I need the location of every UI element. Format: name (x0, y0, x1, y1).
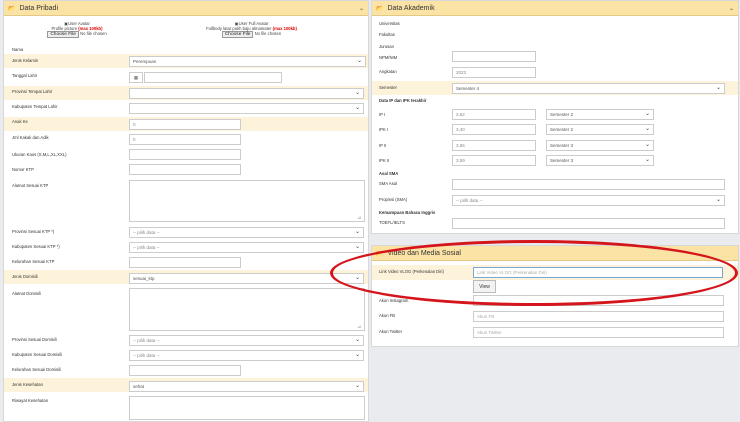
ip-1-semester-select[interactable]: Semester 2 (546, 109, 654, 120)
kabupaten-lahir-select[interactable] (129, 103, 364, 114)
ip-1-input[interactable]: 3,62 (452, 109, 536, 120)
asal-sma-title: Asal SMA (379, 171, 399, 176)
jenis-kelamin-select[interactable]: Perempuan (129, 56, 366, 67)
ipk-2-input[interactable]: 3,59 (452, 155, 536, 166)
label-alamat-domisili: Alamat Domisili (12, 291, 41, 296)
kelurahan-ktp-input[interactable] (129, 257, 241, 268)
label-toefl: TOEFL/IELTS (379, 220, 405, 225)
toefl-input[interactable] (452, 218, 725, 229)
ipk-1-semester-select[interactable]: Semester 2 (546, 124, 654, 135)
label-angkatan: Angkatan (379, 69, 397, 74)
data-pribadi-header[interactable]: 📂 Data Pribadi ⌄ (4, 1, 368, 16)
label-kelurahan-domisili: Kelurahan Sesuai Domisili (12, 367, 61, 372)
label-provinsi-domisili: Provinsi Sesuai Domisili (12, 337, 57, 342)
label-provinsi-sma: Propinsi (SMA) (379, 197, 408, 202)
twitter-placeholder: Akun Twitter (477, 330, 502, 335)
ukuran-kaos-input[interactable] (129, 149, 241, 160)
data-pribadi-panel: 📂 Data Pribadi ⌄ ▣User Avatar Profile pi… (3, 0, 369, 422)
kabupaten-ktp-select[interactable]: -- pilih data -- (129, 242, 364, 253)
ip-2-semester-select[interactable]: Semester 3 (546, 140, 654, 151)
kelurahan-domisili-input[interactable] (129, 365, 241, 376)
alamat-ktp-textarea[interactable]: ⊿ (129, 180, 365, 222)
ip-2-input[interactable]: 3,65 (452, 140, 536, 151)
provinsi-sma-select[interactable]: -- pilih data -- (452, 195, 725, 206)
avatar-upload: ▣User Avatar Profile picture (max 100kb)… (22, 21, 132, 38)
angkatan-input[interactable]: 2023 (452, 67, 536, 78)
npm-input[interactable] (452, 51, 536, 62)
semester-select[interactable]: Semester 4 (452, 83, 725, 94)
highlight-annotation (330, 240, 738, 306)
data-akademik-panel: 📂 Data Akademik ⌄ Universitas Fakultas J… (371, 0, 739, 234)
ipk-2-semester-select[interactable]: Semester 3 (546, 155, 654, 166)
label-ip-1: IP I (379, 112, 386, 117)
label-universitas: Universitas (379, 21, 400, 26)
provinsi-ktp-select[interactable]: -- pilih data -- (129, 227, 364, 238)
label-jenis-kelamin: Jenis Kelamin (12, 58, 39, 63)
calendar-addon[interactable]: ▦ (129, 72, 143, 83)
nomor-ktp-input[interactable] (129, 164, 241, 175)
label-nomor-ktp: Nomor KTP (12, 167, 34, 172)
sma-asal-input[interactable] (452, 179, 725, 190)
label-provinsi-ktp: Provinsi Sesuai KTP *) (12, 229, 55, 234)
label-kabupaten-lahir: Kabupaten Tempat Lahir (12, 104, 58, 109)
label-ipk-2: IPK II (379, 158, 390, 163)
label-ukuran-kaos: Ukuran Kaos (S,M,L,XL,XXL) (12, 152, 67, 157)
fb-input[interactable]: Akun FB (473, 311, 724, 322)
label-ipk-1: IPK I (379, 127, 389, 132)
jml-kakak-input[interactable]: 0 (129, 134, 241, 145)
label-semester: Semester (379, 85, 397, 90)
label-jurusan: Jurusan (379, 44, 394, 49)
label-kabupaten-ktp: Kabupaten Sesuai KTP *) (12, 244, 60, 249)
label-kelurahan-ktp: Kelurahan Sesuai KTP (12, 259, 55, 264)
label-twitter: Akun Twitter (379, 329, 402, 334)
label-kabupaten-domisili: Kabupaten Sesuai Domisili (12, 352, 63, 357)
riwayat-kesehatan-textarea[interactable] (129, 396, 365, 420)
chevron-down-icon[interactable]: ⌄ (729, 5, 734, 12)
panel-title: Data Pribadi (19, 4, 59, 12)
label-jenis-domisili: Jenis Domisili (12, 274, 38, 279)
label-fakultas: Fakultas (379, 32, 395, 37)
label-instagram: Akun Instagram (379, 298, 409, 303)
label-riwayat-kesehatan: Riwayat Kesehatan (12, 398, 49, 403)
label-sma-asal: SMA Asal (379, 181, 397, 186)
ipk-1-input[interactable]: 3,40 (452, 124, 536, 135)
data-akademik-header[interactable]: 📂 Data Akademik ⌄ (372, 1, 738, 16)
alamat-domisili-textarea[interactable]: ⊿ (129, 288, 365, 331)
provinsi-domisili-select[interactable]: -- pilih data -- (129, 335, 364, 346)
label-provinsi-lahir: Provinsi Tempat Lahir (12, 89, 53, 94)
label-nama: Nama (12, 47, 24, 52)
ip-section-title: Data IP dan IPK terakhir (379, 98, 427, 103)
resize-handle-icon[interactable]: ⊿ (357, 215, 361, 221)
label-jenis-kesehatan: Jenis Kesehatan (12, 382, 43, 387)
panel-title: Data Akademik (387, 4, 435, 12)
choose-file-button-full[interactable]: Choose File (221, 31, 254, 38)
fb-placeholder: Akun FB (477, 314, 495, 319)
calendar-icon: ▦ (133, 74, 139, 80)
label-anak-ke: Anak Ke (12, 119, 28, 124)
label-jml-kakak: Jml Kakak dan Adik (12, 135, 49, 140)
label-ip-2: IP II (379, 143, 387, 148)
anak-ke-input[interactable]: 0 (129, 119, 241, 130)
jenis-kesehatan-select[interactable]: sehat (129, 381, 364, 392)
kabupaten-domisili-select[interactable]: -- pilih data -- (129, 350, 364, 361)
label-fb: Akun FB (379, 313, 396, 318)
bahasa-section-title: Kemampuan Bahasa Inggris (379, 210, 436, 215)
label-npm: NPM/NIM (379, 55, 398, 60)
resize-handle-icon[interactable]: ⊿ (357, 324, 361, 330)
twitter-input[interactable]: Akun Twitter (473, 327, 724, 338)
label-alamat-ktp: Alamat Sesuai KTP (12, 183, 49, 188)
provinsi-lahir-select[interactable] (129, 88, 364, 99)
folder-open-icon: 📂 (8, 5, 16, 12)
label-tanggal-lahir: Tanggal Lahir (12, 73, 38, 78)
folder-open-icon: 📂 (376, 5, 384, 12)
chevron-down-icon[interactable]: ⌄ (359, 5, 364, 12)
tanggal-lahir-input[interactable] (144, 72, 282, 83)
full-avatar-upload: ▣User Full Avatar Fullbody latar putih b… (206, 21, 297, 38)
jenis-domisili-select[interactable]: sesuai_ktp (129, 273, 364, 284)
choose-file-button[interactable]: Choose File (47, 31, 79, 38)
